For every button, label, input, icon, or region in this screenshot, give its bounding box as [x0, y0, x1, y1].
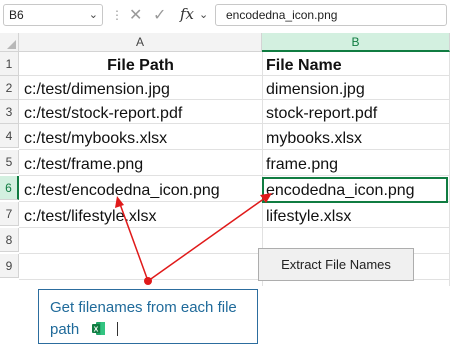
insert-function-button[interactable]: fx — [180, 5, 194, 23]
column-header-b[interactable]: B — [262, 33, 450, 52]
row-header-3[interactable]: 3 — [0, 100, 19, 124]
cell-a6[interactable]: c:/test/encodedna_icon.png — [24, 179, 260, 203]
cell-a2[interactable]: c:/test/dimension.jpg — [24, 78, 260, 102]
name-box[interactable]: B6 ⌄ — [3, 4, 103, 26]
excel-icon: X — [92, 322, 106, 335]
chevron-down-icon[interactable]: ⌄ — [89, 5, 98, 25]
extract-file-names-button[interactable]: Extract File Names — [258, 248, 414, 281]
cell-a1[interactable]: File Path — [19, 54, 262, 78]
cell-b2[interactable]: dimension.jpg — [266, 78, 446, 102]
row-header-5[interactable]: 5 — [0, 150, 19, 174]
formula-bar-grip-icon: ⋮ — [111, 8, 123, 22]
formula-bar: B6 ⌄ ⋮ ✕ ✓ fx ⌄ encodedna_icon.png — [0, 0, 450, 33]
cell-a3[interactable]: c:/test/stock-report.pdf — [24, 102, 260, 126]
callout-label: Get filenames from each file path — [50, 299, 237, 338]
cell-b3[interactable]: stock-report.pdf — [266, 102, 446, 126]
row-header-1[interactable]: 1 — [0, 52, 19, 76]
select-all-button[interactable] — [0, 33, 19, 52]
text-cursor — [116, 322, 118, 336]
cancel-icon[interactable]: ✕ — [129, 5, 142, 25]
row-header-2[interactable]: 2 — [0, 76, 19, 100]
cell-a4[interactable]: c:/test/mybooks.xlsx — [24, 127, 260, 151]
cell-b5[interactable]: frame.png — [266, 153, 446, 177]
callout-text: Get filenames from each file path X — [50, 297, 250, 341]
cell-b4[interactable]: mybooks.xlsx — [266, 127, 446, 151]
cell-a7[interactable]: c:/test/lifestyle.xlsx — [24, 205, 260, 229]
cell-a5[interactable]: c:/test/frame.png — [24, 153, 260, 177]
chevron-down-icon[interactable]: ⌄ — [199, 8, 208, 21]
row-header-8[interactable]: 8 — [0, 228, 19, 252]
row-header-4[interactable]: 4 — [0, 124, 19, 148]
cell-b7[interactable]: lifestyle.xlsx — [266, 205, 446, 229]
formula-input[interactable]: encodedna_icon.png — [215, 4, 447, 26]
cell-b1[interactable]: File Name — [266, 54, 446, 78]
column-header-a[interactable]: A — [19, 33, 262, 52]
active-cell-border — [262, 177, 448, 203]
callout-box: Get filenames from each file path X — [38, 289, 258, 344]
svg-text:X: X — [94, 327, 99, 334]
name-box-value: B6 — [9, 8, 24, 22]
enter-icon[interactable]: ✓ — [153, 5, 166, 25]
row-header-6[interactable]: 6 — [0, 176, 19, 200]
row-header-7[interactable]: 7 — [0, 202, 19, 226]
row-header-9[interactable]: 9 — [0, 254, 19, 278]
